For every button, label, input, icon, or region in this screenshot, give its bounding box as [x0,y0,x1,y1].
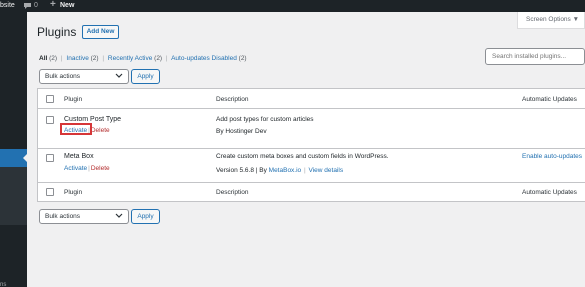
table-row: Meta Box Activate|Delete Create custom m… [38,149,585,183]
filter-inactive-count: (2) [90,55,99,62]
delete-link[interactable]: Delete [91,127,110,134]
plugins-table: Plugin Description Automatic Updates Cus… [37,88,585,202]
filter-recently-active[interactable]: Recently Active [108,55,152,62]
bulk-actions-value: Bulk actions [45,73,81,80]
plugin-name: Custom Post Type [64,116,122,123]
select-all-checkbox[interactable] [46,95,54,103]
bulk-actions-select-top[interactable]: Bulk actions [39,69,129,84]
plugin-meta: By Hostinger Dev [216,128,267,135]
add-new-plugin-button[interactable]: Add New [82,25,119,39]
site-name-link[interactable]: bsite [0,0,15,12]
row-actions: Activate|Delete [64,165,110,172]
plus-icon: + [50,0,56,10]
filter-all[interactable]: All [39,55,47,62]
select-all-checkbox-footer[interactable] [46,188,54,196]
plugin-name: Meta Box [64,153,94,160]
filter-all-count: (2) [49,55,58,62]
plugin-meta: Version 5.6.8 | By MetaBox.io | View det… [216,167,343,174]
table-footer-row: Plugin Description Automatic Updates [38,182,585,202]
chevron-down-icon [115,73,123,78]
comment-bubble-icon [24,3,31,9]
filter-separator: | [60,55,63,62]
view-details-link[interactable]: View details [309,167,344,174]
column-header-auto-updates: Automatic Updates [522,96,577,103]
sidebar-footer-text: ns [0,282,7,287]
admin-sidebar-menu: ns [0,12,27,287]
column-header-plugin[interactable]: Plugin [64,96,82,103]
row-checkbox[interactable] [46,116,54,124]
search-plugins-input[interactable] [485,48,585,65]
author-link[interactable]: MetaBox.io [269,167,302,174]
table-row: Custom Post Type Activate|Delete Add pos… [38,109,585,149]
plugins-submenu [0,167,27,225]
page-title: Plugins [37,25,77,39]
bulk-actions-value: Bulk actions [45,213,81,220]
meta-separator: | [304,167,306,174]
delete-link[interactable]: Delete [91,165,110,172]
comments-count: 0 [34,2,38,9]
row-checkbox[interactable] [46,154,54,162]
enable-auto-updates-link[interactable]: Enable auto-updates [522,153,582,160]
filter-separator: | [165,55,168,62]
admin-top-bar: bsite 0 + New [0,0,585,12]
screen-options-tab[interactable]: Screen Options ▼ [517,12,585,29]
plugin-description: Add post types for custom articles [216,116,314,123]
column-footer-plugin[interactable]: Plugin [64,189,82,196]
filter-separator: | [102,55,105,62]
apply-button-bottom[interactable]: Apply [131,209,160,224]
plugin-version: Version 5.6.8 | By [216,167,267,174]
filter-autoupdates-disabled[interactable]: Auto-updates Disabled [171,55,237,62]
new-content-label: New [60,2,75,9]
activate-link[interactable]: Activate [64,165,87,172]
column-header-description: Description [216,96,249,103]
filter-recently-active-count: (2) [154,55,163,62]
bulk-actions-select-bottom[interactable]: Bulk actions [39,209,129,224]
column-footer-auto-updates: Automatic Updates [522,189,577,196]
filter-autoupdates-count: (2) [238,55,247,62]
apply-button-top[interactable]: Apply [131,69,160,84]
sidebar-item-plugins-current[interactable] [0,149,27,167]
chevron-down-icon [115,213,123,218]
activate-highlight-box [60,123,92,135]
plugin-description: Create custom meta boxes and custom fiel… [216,153,389,160]
table-header-row: Plugin Description Automatic Updates [38,89,585,109]
filter-inactive[interactable]: Inactive [66,55,88,62]
column-footer-description: Description [216,189,249,196]
plugin-status-filters: All (2) | Inactive (2) | Recently Active… [39,55,247,62]
